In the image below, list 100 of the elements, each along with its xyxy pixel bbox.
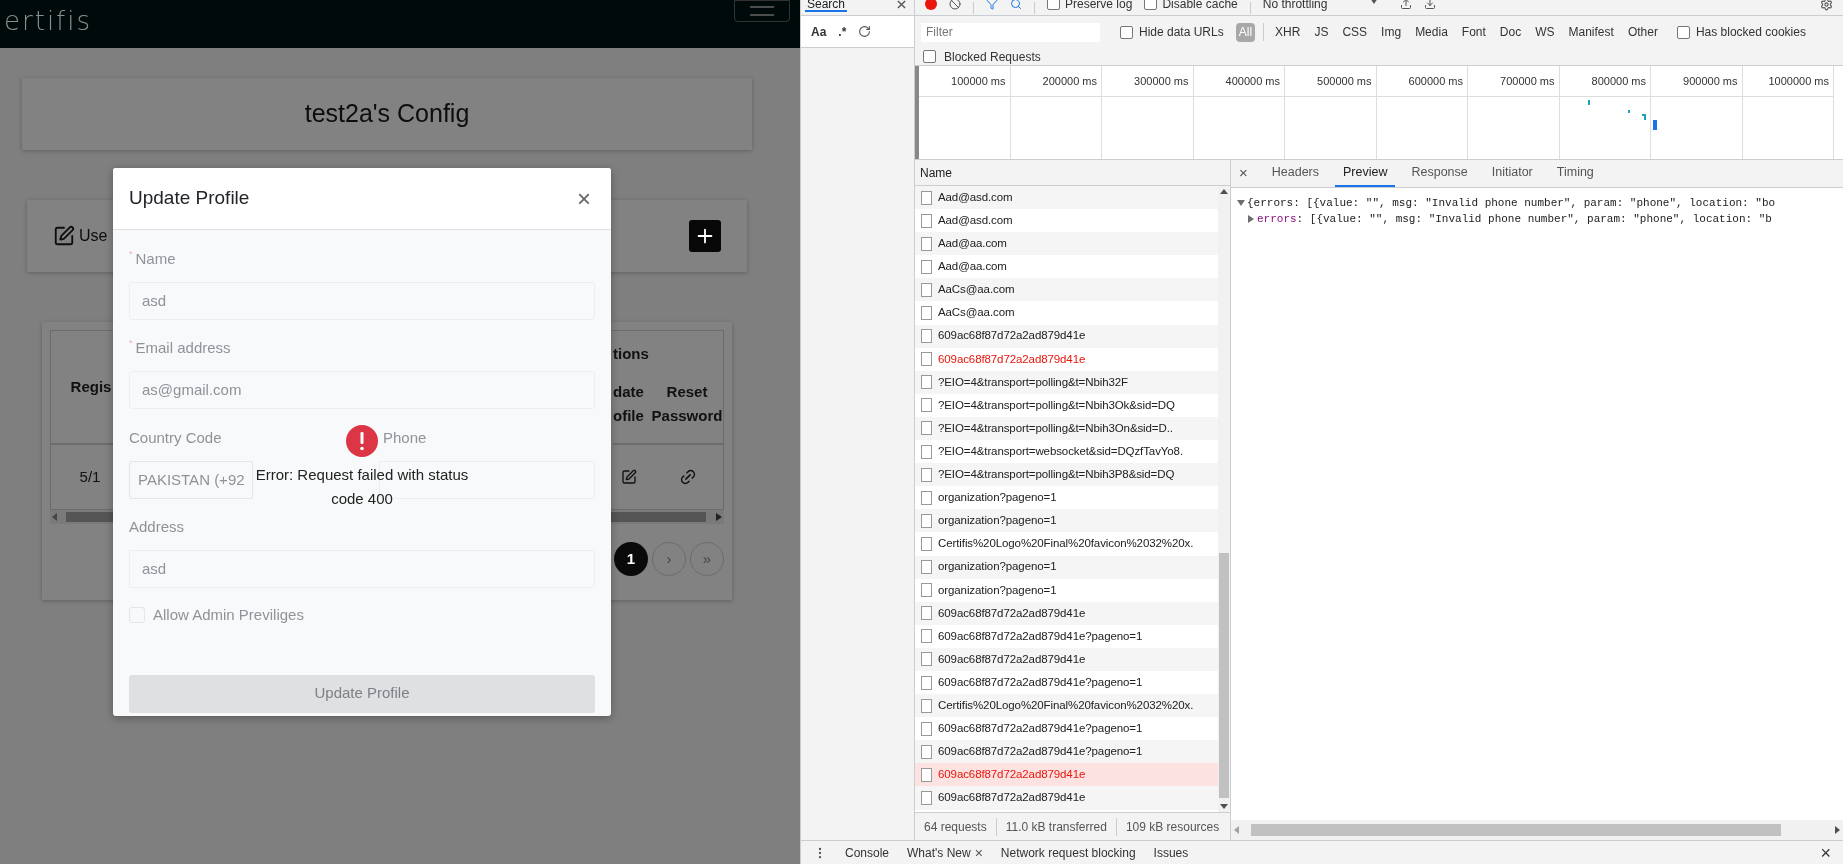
file-icon: [921, 490, 932, 505]
request-row[interactable]: organization?pageno=1: [915, 509, 1218, 533]
refresh-icon[interactable]: [858, 25, 872, 38]
request-row[interactable]: 609ac68f87d72a2ad879d41e: [915, 763, 1218, 787]
required-marker: *: [129, 248, 133, 261]
scroll-down-icon[interactable]: [1220, 804, 1228, 809]
status-text: 64 requests: [923, 818, 988, 836]
request-row[interactable]: ?EIO=4&transport=polling&t=Nbih32F: [915, 370, 1218, 394]
logo: ertifis: [4, 8, 93, 34]
details-tab[interactable]: Headers: [1263, 160, 1327, 187]
checkbox-label: Blocked Requests: [944, 48, 1041, 66]
checkbox[interactable]: [1676, 25, 1690, 39]
request-row[interactable]: organization?pageno=1: [915, 555, 1218, 579]
drawer-tab[interactable]: What's New ×: [907, 843, 983, 862]
request-row[interactable]: 609ac68f87d72a2ad879d41e: [915, 324, 1218, 348]
users-label: Use: [79, 226, 108, 246]
close-icon[interactable]: [897, 0, 906, 9]
column-group-header: tions: [613, 344, 650, 364]
filter-field[interactable]: Filter: [921, 22, 1100, 42]
page-button[interactable]: 1: [614, 542, 648, 576]
error-message: Error: Request failed with status code 400: [254, 465, 470, 509]
request-row[interactable]: 609ac68f87d72a2ad879d41e: [915, 601, 1218, 625]
file-icon: [921, 675, 932, 690]
record-button[interactable]: [925, 0, 937, 10]
type-filter[interactable]: CSS: [1339, 22, 1371, 42]
vertical-scrollbar[interactable]: [1218, 186, 1230, 812]
match-case-toggle[interactable]: Aa: [811, 22, 827, 41]
checkbox[interactable]: [923, 50, 936, 63]
collapsed-triangle-icon[interactable]: [1247, 215, 1255, 223]
file-icon: [921, 259, 932, 274]
file-icon: [921, 721, 932, 736]
menu-icon: [750, 6, 774, 16]
request-row[interactable]: Aad@aa.com: [915, 232, 1218, 256]
type-filter[interactable]: Media: [1412, 22, 1451, 42]
error-icon: [346, 425, 378, 457]
request-row[interactable]: ?EIO=4&transport=polling&t=Nbih3P8&sid=DQ: [915, 463, 1218, 487]
drawer-tab[interactable]: Network request blocking: [1000, 843, 1136, 862]
json-line: errors: [{value: "", msg: "Invalid phone number", param: "phone", location: "b: [1257, 211, 1772, 227]
time-tick: 900000 ms: [1683, 73, 1738, 89]
close-button[interactable]: ×: [1239, 160, 1256, 187]
scroll-right-icon[interactable]: [1835, 826, 1840, 834]
search-icon[interactable]: [1010, 0, 1022, 10]
checkbox[interactable]: [1120, 25, 1133, 39]
field-label: Name: [135, 249, 176, 269]
details-tab[interactable]: Timing: [1548, 160, 1602, 187]
request-row[interactable]: Certifis%20Logo%20Final%20favicon%2032%20x.: [915, 694, 1218, 718]
edit-icon: [53, 225, 75, 247]
settings-icon[interactable]: [1820, 0, 1833, 11]
request-row[interactable]: 609ac68f87d72a2ad879d41e: [915, 786, 1218, 810]
file-icon: [921, 767, 932, 782]
checkbox[interactable]: [1144, 0, 1158, 10]
file-icon: [921, 444, 932, 459]
download-icon[interactable]: [1423, 0, 1436, 10]
file-icon: [921, 629, 932, 644]
clear-icon[interactable]: [949, 0, 961, 10]
request-row[interactable]: 609ac68f87d72a2ad879d41e?pageno=1: [915, 740, 1218, 764]
request-row[interactable]: 609ac68f87d72a2ad879d41e: [915, 647, 1218, 671]
modal-title: Update Profile: [129, 186, 250, 211]
request-row[interactable]: Aad@asd.com: [915, 186, 1218, 210]
type-filter[interactable]: Manifest: [1565, 22, 1617, 42]
add-button[interactable]: [689, 220, 721, 252]
type-filter[interactable]: Doc: [1496, 22, 1525, 42]
time-tick: 100000 ms: [951, 73, 1006, 89]
time-tick: 500000 ms: [1317, 73, 1372, 89]
checkbox-label: Hide data URLs: [1139, 24, 1224, 41]
type-filter[interactable]: Other: [1624, 22, 1661, 42]
config-title: test2a's Config: [304, 98, 470, 130]
field-label: Address: [129, 517, 186, 537]
type-filter[interactable]: Font: [1458, 22, 1489, 42]
type-filter[interactable]: WS: [1532, 22, 1558, 42]
column-header: Regis: [69, 376, 112, 397]
type-filter[interactable]: Img: [1378, 22, 1405, 42]
close-button[interactable]: ×: [1820, 843, 1831, 862]
checkbox[interactable]: [1047, 0, 1060, 10]
field-label: Phone: [382, 428, 427, 448]
file-icon: [921, 513, 932, 528]
details-tab[interactable]: Initiator: [1483, 160, 1541, 187]
horizontal-scrollbar[interactable]: [1231, 820, 1843, 840]
type-filter[interactable]: XHR: [1272, 22, 1304, 42]
request-row[interactable]: ?EIO=4&transport=polling&t=Nbih3On&sid=D..: [915, 416, 1218, 441]
drawer-tab[interactable]: Issues: [1153, 843, 1189, 862]
close-button[interactable]: ×: [577, 186, 595, 211]
regex-toggle[interactable]: .*: [838, 22, 847, 41]
details-tab[interactable]: Response: [1403, 160, 1476, 187]
drawer-tab[interactable]: Console: [845, 843, 890, 862]
file-icon: [921, 398, 932, 413]
file-icon: [921, 583, 932, 598]
expanded-triangle-icon[interactable]: [1237, 199, 1245, 207]
type-filter[interactable]: JS: [1311, 22, 1332, 42]
file-icon: [921, 536, 932, 551]
scroll-right-icon[interactable]: [716, 513, 722, 521]
scroll-up-icon[interactable]: [1220, 189, 1228, 194]
request-row[interactable]: AaCs@aa.com: [915, 278, 1218, 302]
edit-icon[interactable]: [621, 468, 637, 485]
table-cell-text: 5/1: [78, 466, 101, 487]
upload-icon[interactable]: [1399, 0, 1412, 10]
file-icon: [921, 329, 932, 344]
file-icon: [921, 791, 932, 805]
details-tab[interactable]: Preview: [1335, 160, 1396, 187]
tab-close-button[interactable]: ×: [974, 845, 983, 860]
